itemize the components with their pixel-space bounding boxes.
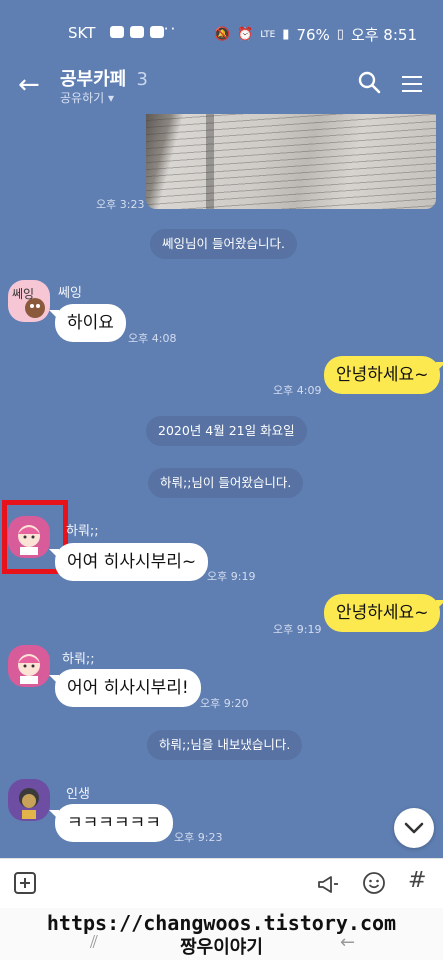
network-label: LTE	[260, 29, 276, 40]
image-notification-icon	[130, 26, 144, 38]
notification-icons	[110, 24, 164, 38]
avatar[interactable]	[8, 779, 50, 821]
search-icon[interactable]	[357, 70, 381, 94]
system-notice: 하뤄;;님이 들어왔습니다.	[148, 468, 304, 498]
message-time: 오후 4:09	[273, 384, 322, 397]
battery-icon: ▯	[336, 27, 344, 42]
alarm-icon: ⏰	[237, 27, 254, 42]
sender-name: 하뤄;;	[66, 524, 99, 539]
message-bubble[interactable]: 어어 히사시부리!	[49, 669, 201, 707]
signal-icon: ▮	[282, 27, 290, 42]
sender-name: 쎄잉	[58, 286, 82, 301]
avatar[interactable]	[8, 645, 50, 687]
hash-icon[interactable]: #	[408, 868, 426, 893]
svg-text:쎄잉: 쎄잉	[12, 287, 34, 301]
date-divider: 2020년 4월 21일 화요일	[146, 416, 307, 446]
plus-icon[interactable]	[14, 872, 36, 894]
message-input-bar: #	[0, 858, 443, 908]
megaphone-icon[interactable]	[316, 872, 340, 896]
message-time: 오후 3:23	[96, 198, 145, 211]
carrier-label: SKT	[68, 24, 96, 42]
my-message-bubble[interactable]: 안녕하세요~	[324, 356, 443, 394]
back-arrow-icon[interactable]: ←	[18, 70, 40, 100]
message-bubble[interactable]: 어여 히사시부리~	[48, 543, 209, 581]
watermark-name: 짱우이야기	[180, 937, 263, 958]
system-notice: 쎄잉님이 들어왔습니다.	[150, 229, 297, 259]
photo-message[interactable]	[146, 114, 436, 209]
clock: 오후 8:51	[350, 26, 417, 44]
system-nav-bar: ⫽ ← https://changwoos.tistory.com 짱우이야기	[0, 908, 443, 960]
battery-percent: 76%	[296, 25, 330, 44]
chat-name: 공부카페	[60, 69, 127, 90]
chat-header: ← 공부카페 3 공유하기 ▾	[0, 62, 443, 114]
talk-notification-icon	[110, 26, 124, 38]
message-time: 오후 4:08	[128, 332, 177, 345]
message-bubble[interactable]: ㅋㅋㅋㅋㅋㅋ	[49, 804, 173, 842]
share-dropdown[interactable]: 공유하기 ▾	[60, 89, 114, 106]
member-count: 3	[136, 69, 148, 90]
mute-icon: 🔕	[213, 27, 231, 42]
avatar[interactable]: 쎄잉	[8, 280, 50, 322]
sender-name: 인생	[66, 787, 90, 802]
scroll-down-button[interactable]	[394, 808, 434, 848]
message-time: 오후 9:19	[207, 570, 256, 583]
my-message-bubble[interactable]: 안녕하세요~	[324, 594, 443, 632]
sender-name: 하뤄;;	[62, 652, 95, 667]
system-notice: 하뤄;;님을 내보냈습니다.	[147, 730, 303, 760]
message-time: 오후 9:19	[273, 623, 322, 636]
emoji-icon[interactable]	[362, 871, 386, 895]
chevron-down-icon	[404, 822, 424, 834]
status-bar: SKT ··· 🔕 ⏰ LTE ▮ 76% ▯ 오후 8:51	[0, 0, 443, 62]
more-notifications: ···	[157, 20, 178, 38]
message-time: 오후 9:20	[200, 697, 249, 710]
chat-title: 공부카페 3	[60, 65, 148, 91]
message-time: 오후 9:23	[174, 831, 223, 844]
message-bubble[interactable]: 하이요	[49, 304, 126, 342]
menu-icon[interactable]	[402, 76, 422, 92]
watermark-url: https://changwoos.tistory.com	[46, 911, 397, 935]
